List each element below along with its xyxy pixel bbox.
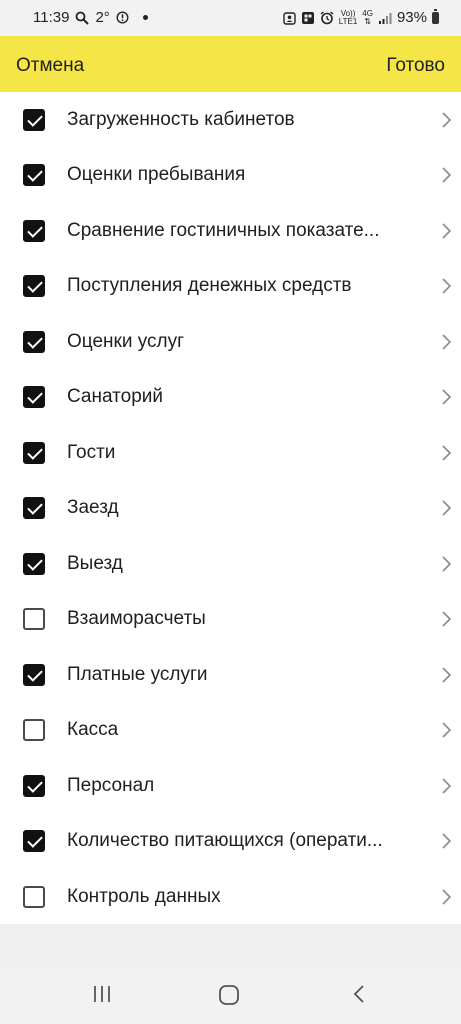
- list-item[interactable]: Поступления денежных средств: [0, 259, 461, 315]
- status-time: 11:39: [33, 9, 70, 26]
- status-bar: 11:39 2° Vo)) LTE1 4G ⇅ 93%: [0, 0, 461, 36]
- checkbox-checked[interactable]: [23, 774, 45, 797]
- notification-dot-icon: [142, 15, 148, 20]
- chevron-right-icon[interactable]: [441, 277, 453, 295]
- list-item-label: Контроль данных: [67, 885, 221, 907]
- list-item-label: Гости: [67, 441, 116, 463]
- list-item-label: Персонал: [67, 774, 155, 796]
- list-item[interactable]: Оценки услуг: [0, 314, 461, 370]
- checkbox-checked[interactable]: [23, 275, 45, 298]
- list-item[interactable]: Загруженность кабинетов: [0, 92, 461, 148]
- list-item-label: Поступления денежных средств: [67, 275, 352, 297]
- report-list: Загруженность кабинетов Оценки пребывания…: [0, 92, 461, 924]
- chevron-right-icon[interactable]: [441, 832, 453, 850]
- chevron-right-icon[interactable]: [441, 721, 453, 739]
- chevron-right-icon[interactable]: [441, 444, 453, 462]
- battery-icon: [432, 8, 439, 24]
- list-item-label: Выезд: [67, 552, 123, 574]
- list-item-label: Заезд: [67, 497, 119, 519]
- list-item-label: Санаторий: [67, 386, 163, 408]
- list-item[interactable]: Касса: [0, 703, 461, 759]
- list-item-label: Сравнение гостиничных показате...: [67, 219, 380, 241]
- list-item[interactable]: Сравнение гостиничных показате...: [0, 203, 461, 259]
- chevron-right-icon[interactable]: [441, 888, 453, 906]
- contacts-icon: [283, 11, 296, 25]
- done-button[interactable]: Готово: [386, 55, 445, 77]
- list-item-label: Касса: [67, 719, 119, 741]
- list-item-label: Платные услуги: [67, 663, 208, 685]
- list-item-label: Оценки пребывания: [67, 164, 246, 186]
- checkbox-checked[interactable]: [23, 164, 45, 187]
- list-item[interactable]: Выезд: [0, 536, 461, 592]
- checkbox-checked[interactable]: [23, 441, 45, 464]
- alert-icon: [116, 11, 129, 24]
- hotel-app-icon: [301, 11, 314, 24]
- header-bar: Отмена Готово: [0, 36, 461, 93]
- list-item[interactable]: Гости: [0, 425, 461, 481]
- list-item[interactable]: Санаторий: [0, 370, 461, 426]
- list-item-label: Количество питающихся (операти...: [67, 830, 383, 852]
- list-item[interactable]: Оценки пребывания: [0, 148, 461, 204]
- list-item[interactable]: Персонал: [0, 758, 461, 814]
- status-left: 11:39 2°: [33, 9, 148, 26]
- signal-icon: [378, 12, 392, 24]
- list-item[interactable]: Количество питающихся (операти...: [0, 814, 461, 870]
- chevron-right-icon[interactable]: [441, 666, 453, 684]
- chevron-right-icon[interactable]: [441, 166, 453, 184]
- cancel-button[interactable]: Отмена: [16, 55, 84, 77]
- status-right: Vo)) LTE1 4G ⇅ 93%: [283, 8, 439, 26]
- chevron-right-icon[interactable]: [441, 333, 453, 351]
- checkbox-checked[interactable]: [23, 108, 45, 131]
- search-icon: [76, 11, 90, 25]
- chevron-right-icon[interactable]: [441, 610, 453, 628]
- chevron-right-icon[interactable]: [441, 222, 453, 240]
- list-item-label: Оценки услуг: [67, 330, 185, 352]
- list-item-label: Взаиморасчеты: [67, 608, 206, 630]
- checkbox-checked[interactable]: [23, 830, 45, 853]
- navigation-bar: [0, 966, 461, 1024]
- checkbox-unchecked[interactable]: [23, 885, 45, 908]
- checkbox-checked[interactable]: [23, 497, 45, 520]
- checkbox-checked[interactable]: [23, 552, 45, 575]
- checkbox-checked[interactable]: [23, 330, 45, 353]
- status-temperature: 2°: [95, 9, 110, 26]
- checkbox-unchecked[interactable]: [23, 608, 45, 631]
- list-item[interactable]: Взаиморасчеты: [0, 592, 461, 648]
- volte-indicator: Vo)) LTE1: [338, 8, 358, 26]
- battery-percent: 93%: [396, 9, 427, 26]
- list-item[interactable]: Платные услуги: [0, 647, 461, 703]
- chevron-right-icon[interactable]: [441, 111, 453, 129]
- checkbox-checked[interactable]: [23, 386, 45, 409]
- list-item[interactable]: Контроль данных: [0, 869, 461, 925]
- back-icon[interactable]: [351, 984, 367, 1004]
- chevron-right-icon[interactable]: [441, 555, 453, 573]
- recent-apps-icon[interactable]: [92, 984, 112, 1004]
- checkbox-unchecked[interactable]: [23, 719, 45, 742]
- alarm-icon: [320, 10, 334, 24]
- chevron-right-icon[interactable]: [441, 777, 453, 795]
- checkbox-checked[interactable]: [23, 219, 45, 242]
- chevron-right-icon[interactable]: [441, 388, 453, 406]
- checkbox-checked[interactable]: [23, 663, 45, 686]
- home-icon[interactable]: [218, 984, 240, 1006]
- list-item-label: Загруженность кабинетов: [67, 108, 295, 130]
- list-item[interactable]: Заезд: [0, 481, 461, 537]
- network-type-indicator: 4G ⇅: [362, 8, 373, 26]
- chevron-right-icon[interactable]: [441, 499, 453, 517]
